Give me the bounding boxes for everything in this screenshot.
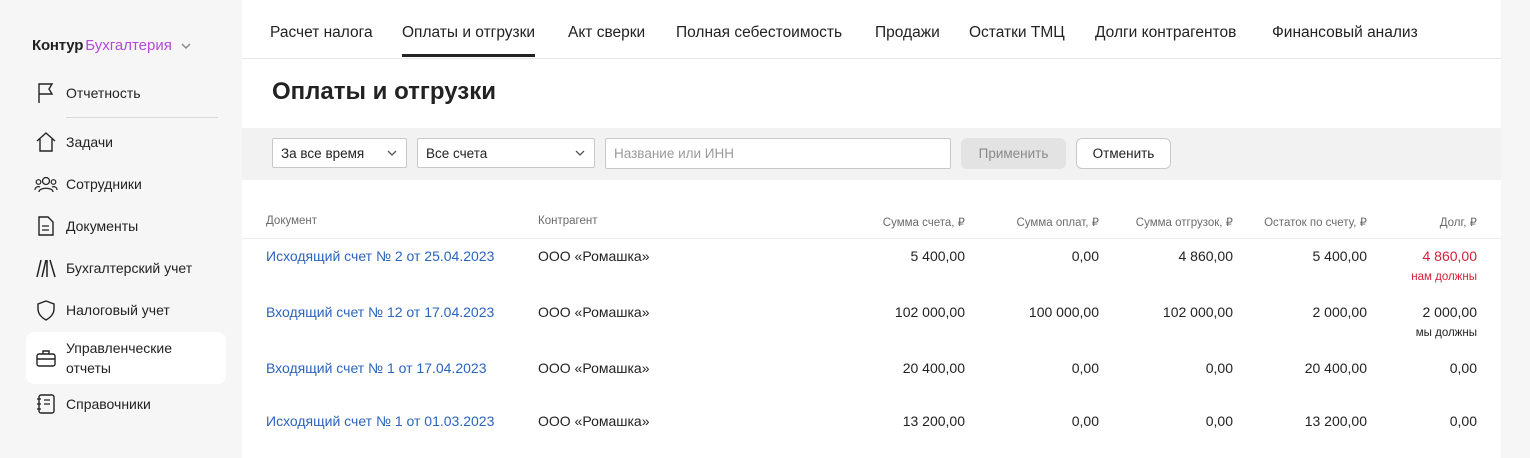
sidebar-divider [66, 117, 218, 118]
counterparty-cell: ООО «Ромашка» [538, 304, 650, 320]
logo-product: Бухгалтерия [85, 37, 172, 54]
counterparty-cell: ООО «Ромашка» [538, 360, 650, 376]
sidebar-item-accounting[interactable]: Бухгалтерский учет [26, 255, 226, 281]
people-icon [34, 172, 58, 196]
tab-counterparty-debts[interactable]: Долги контрагентов [1095, 24, 1236, 42]
sidebar-item-documents[interactable]: Документы [26, 213, 226, 239]
apply-button[interactable]: Применить [961, 138, 1066, 169]
debt-cell: 4 860,00 [1422, 248, 1478, 264]
chevron-down-icon [387, 150, 397, 156]
column-header-document: Документ [266, 215, 318, 227]
tab-reconciliation[interactable]: Акт сверки [568, 24, 645, 42]
period-select-value: За все время [281, 145, 365, 161]
column-header-debt: Долг, ₽ [1439, 217, 1477, 229]
document-link[interactable]: Исходящий счет № 2 от 25.04.2023 [266, 248, 494, 264]
invoice-sum-cell: 13 200,00 [902, 413, 965, 429]
accounts-select-value: Все счета [426, 145, 488, 161]
sidebar-item-label: Налоговый учет [66, 302, 170, 318]
document-icon [34, 214, 58, 238]
balance-cell: 2 000,00 [1312, 304, 1368, 320]
table-header-divider [242, 238, 1501, 239]
shipments-sum-cell: 0,00 [1205, 413, 1233, 429]
balance-cell: 13 200,00 [1304, 413, 1367, 429]
invoice-sum-cell: 20 400,00 [902, 360, 965, 376]
debt-note: мы должны [1415, 327, 1477, 339]
sidebar-item-label: Задачи [66, 134, 114, 150]
tab-sales[interactable]: Продажи [875, 24, 940, 42]
cancel-button[interactable]: Отменить [1076, 138, 1171, 169]
flag-icon [34, 81, 58, 105]
tab-tax-calculation[interactable]: Расчет налога [270, 24, 373, 42]
debt-cell: 0,00 [1449, 360, 1477, 376]
invoice-sum-cell: 5 400,00 [910, 248, 966, 264]
sidebar-item-label: Документы [66, 218, 139, 234]
sidebar-item-label: Сотрудники [66, 176, 142, 192]
search-input[interactable] [605, 138, 951, 169]
shipments-sum-cell: 0,00 [1205, 360, 1233, 376]
counterparty-cell: ООО «Ромашка» [538, 413, 650, 429]
sidebar-item-label: Управленческие отчеты [66, 340, 173, 376]
books-icon [34, 256, 58, 280]
sidebar: Контур Бухгалтерия Отчетность Задачи Сот… [0, 0, 242, 458]
shipments-sum-cell: 102 000,00 [1162, 304, 1233, 320]
filters-bar: За все время Все счета Применить Отменит… [242, 128, 1501, 180]
tab-payments-shipments[interactable]: Оплаты и отгрузки [402, 24, 536, 57]
tab-inventory[interactable]: Остатки ТМЦ [969, 24, 1065, 42]
sidebar-item-employees[interactable]: Сотрудники [26, 171, 226, 197]
debt-cell: 0,00 [1449, 413, 1477, 429]
balance-cell: 5 400,00 [1312, 248, 1368, 264]
tab-financial-analysis[interactable]: Финансовый анализ [1272, 24, 1418, 42]
payments-sum-cell: 0,00 [1071, 360, 1099, 376]
tab-full-cost[interactable]: Полная себестоимость [676, 24, 842, 42]
counterparty-cell: ООО «Ромашка» [538, 248, 650, 264]
invoice-sum-cell: 102 000,00 [894, 304, 965, 320]
sidebar-item-label: Бухгалтерский учет [66, 260, 193, 276]
chevron-down-icon [575, 150, 585, 156]
home-icon [34, 130, 58, 154]
sidebar-item-label: Отчетность [66, 85, 141, 101]
column-header-shipments-sum: Сумма отгрузок, ₽ [1135, 217, 1233, 229]
debt-cell: 2 000,00 [1422, 304, 1478, 320]
period-select[interactable]: За все время [272, 138, 407, 168]
scroll-gutter [1501, 0, 1530, 458]
debt-note: нам должны [1411, 271, 1477, 283]
sidebar-item-management-reports[interactable]: Управленческие отчеты [26, 332, 226, 384]
sidebar-item-label: Справочники [66, 396, 151, 412]
sidebar-item-reporting[interactable]: Отчетность [26, 80, 226, 106]
logo-brand: Контур [32, 37, 84, 54]
payments-sum-cell: 0,00 [1071, 248, 1099, 264]
chevron-down-icon [181, 42, 191, 49]
document-link[interactable]: Исходящий счет № 1 от 01.03.2023 [266, 413, 494, 429]
document-link[interactable]: Входящий счет № 1 от 17.04.2023 [266, 360, 487, 376]
document-link[interactable]: Входящий счет № 12 от 17.04.2023 [266, 304, 494, 320]
shield-icon [34, 298, 58, 322]
product-switcher[interactable]: Контур Бухгалтерия [32, 37, 192, 54]
shipments-sum-cell: 4 860,00 [1178, 248, 1234, 264]
sidebar-item-tasks[interactable]: Задачи [26, 129, 226, 155]
column-header-invoice-sum: Сумма счета, ₽ [882, 217, 965, 229]
column-header-payments-sum: Сумма оплат, ₽ [1016, 217, 1099, 229]
payments-sum-cell: 100 000,00 [1028, 304, 1099, 320]
column-header-balance: Остаток по счету, ₽ [1264, 217, 1367, 229]
column-header-counterparty: Контрагент [538, 215, 598, 227]
sidebar-item-directories[interactable]: Справочники [26, 391, 226, 417]
accounts-select[interactable]: Все счета [417, 138, 595, 168]
briefcase-icon [34, 346, 58, 370]
report-tabs: Расчет налога Оплаты и отгрузки Акт свер… [242, 0, 1501, 59]
payments-sum-cell: 0,00 [1071, 413, 1099, 429]
balance-cell: 20 400,00 [1304, 360, 1367, 376]
page-title: Оплаты и отгрузки [272, 78, 496, 105]
notebook-icon [34, 392, 58, 416]
sidebar-item-tax[interactable]: Налоговый учет [26, 297, 226, 323]
